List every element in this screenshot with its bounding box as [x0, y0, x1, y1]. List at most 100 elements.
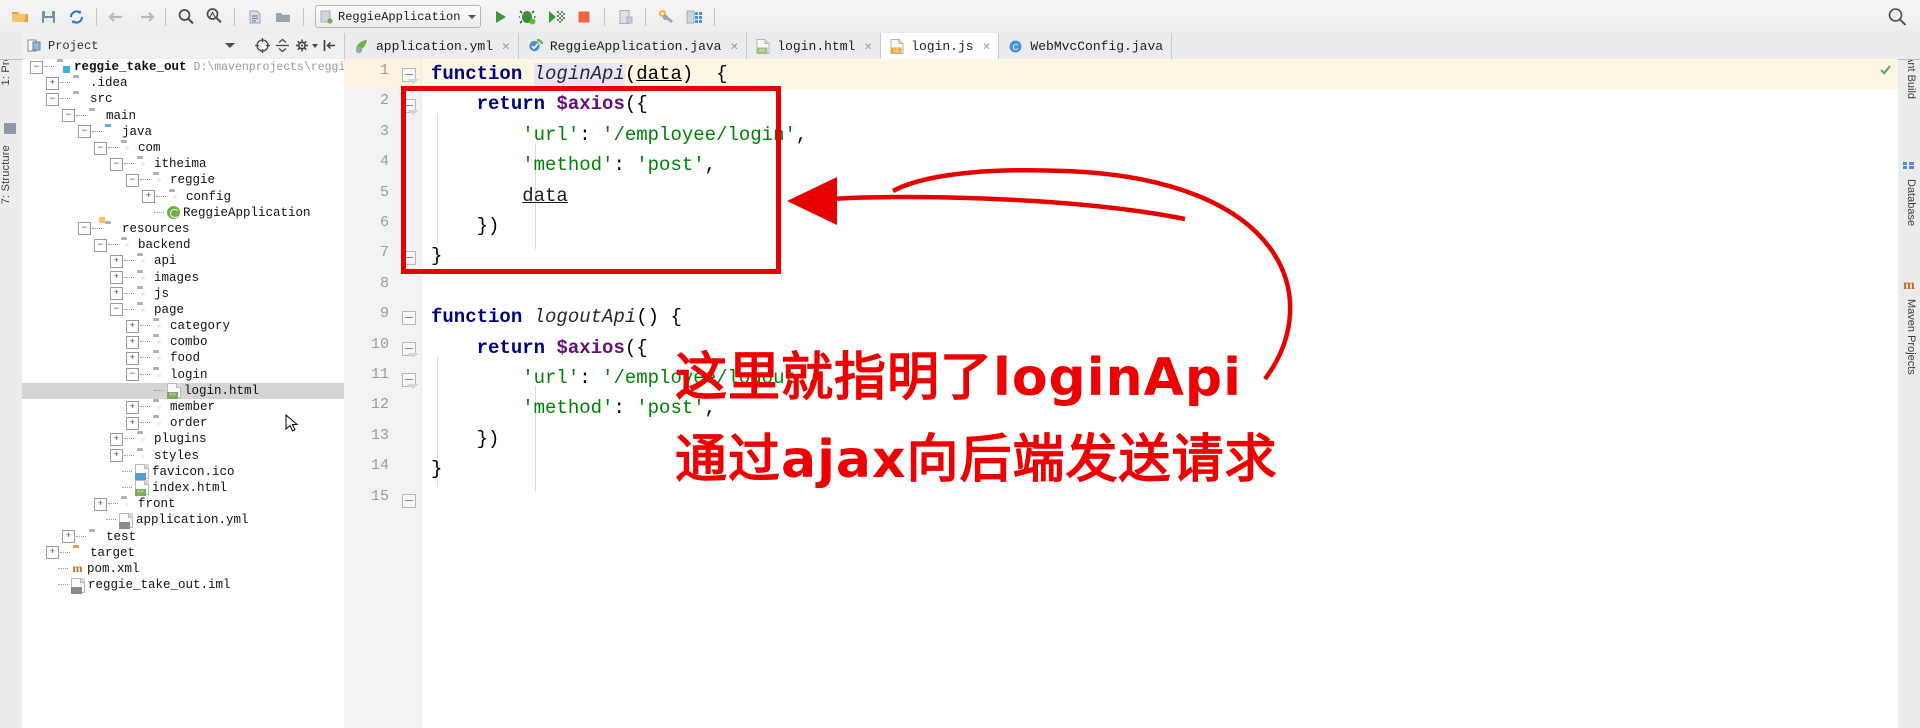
stop-icon[interactable]: [571, 4, 597, 30]
tree-item-category[interactable]: + category: [22, 318, 344, 334]
project-tree[interactable]: − reggie_take_out D:\mavenprojects\reggie_…: [22, 59, 344, 728]
search-icon[interactable]: [173, 4, 199, 30]
inspection-status-icon[interactable]: [1879, 63, 1892, 76]
fold-marker[interactable]: [402, 373, 419, 389]
tree-item-test[interactable]: + test: [22, 528, 344, 544]
database-icon[interactable]: [681, 4, 707, 30]
tree-toggle-collapse[interactable]: −: [30, 60, 43, 74]
chevron-down-icon[interactable]: [468, 14, 477, 19]
editor-tab-reggieapplication-java[interactable]: ReggieApplication.java ✕: [518, 33, 748, 59]
editor-tab-login-js[interactable]: JS login.js ✕: [881, 33, 1000, 59]
tree-item-combo[interactable]: + combo: [22, 334, 344, 350]
tree-toggle-collapse[interactable]: −: [94, 238, 107, 252]
tree-toggle-collapse[interactable]: −: [46, 92, 59, 106]
close-icon[interactable]: ✕: [983, 39, 991, 54]
hide-icon[interactable]: [323, 38, 338, 53]
code-editor[interactable]: 1 2 3 4 5 6 7 8 9 10 11 12 13 14 15 function loginApi(…: [345, 59, 1898, 728]
tree-item-login-html[interactable]: <> login.html: [22, 382, 344, 400]
editor-tab-application-yml[interactable]: application.yml ✕: [345, 33, 519, 59]
tree-toggle-expand[interactable]: +: [126, 351, 139, 365]
editor-tab-login-html[interactable]: <> login.html ✕: [747, 33, 882, 59]
replace-icon[interactable]: [201, 4, 227, 30]
tree-item-pom-xml[interactable]: m pom.xml: [22, 561, 344, 577]
tree-toggle-expand[interactable]: +: [110, 449, 123, 463]
tree-toggle-collapse[interactable]: −: [78, 222, 91, 236]
tree-item-reggieapplication[interactable]: ReggieApplication: [22, 205, 344, 221]
tree-toggle-collapse[interactable]: −: [126, 368, 139, 382]
tree-item-favicon-ico[interactable]: favicon.ico: [22, 464, 344, 481]
tree-item-styles[interactable]: + styles: [22, 448, 344, 464]
tree-item-member[interactable]: + member: [22, 399, 344, 415]
tree-toggle-collapse[interactable]: −: [110, 303, 123, 317]
editor-vertical-scrollbar[interactable]: [1885, 79, 1898, 719]
tree-item-itheima[interactable]: − itheima: [22, 156, 344, 172]
collapse-all-icon[interactable]: [255, 38, 270, 53]
tree-item-index-html[interactable]: <> index.html: [22, 480, 344, 497]
chevron-down-icon[interactable]: [225, 43, 235, 48]
sidebar-item-structure[interactable]: 7: Structure: [0, 145, 12, 204]
editor-tab-webmvcconfig-java[interactable]: C WebMvcConfig.java: [999, 33, 1173, 59]
tree-toggle-collapse[interactable]: −: [78, 125, 91, 139]
tree-item--idea[interactable]: + .idea: [22, 75, 344, 91]
save-all-icon[interactable]: [35, 4, 61, 30]
tree-item-backend[interactable]: − backend: [22, 237, 344, 253]
tree-toggle-expand[interactable]: +: [110, 287, 123, 301]
settings-wrench-icon[interactable]: [653, 4, 679, 30]
tree-toggle-expand[interactable]: +: [110, 271, 123, 285]
tree-toggle-collapse[interactable]: −: [94, 141, 107, 155]
make-project-icon[interactable]: [270, 4, 296, 30]
sidebar-item-database[interactable]: Database: [1905, 179, 1917, 226]
update-app-icon[interactable]: [612, 4, 638, 30]
tree-item-reggie_take_out[interactable]: − reggie_take_out D:\mavenprojects\reggie_…: [22, 59, 344, 75]
tree-toggle-collapse[interactable]: −: [126, 173, 139, 187]
tree-item-js[interactable]: + js: [22, 286, 344, 302]
tree-item-main[interactable]: − main: [22, 108, 344, 124]
run-configuration-selector[interactable]: ReggieApplication: [315, 5, 482, 28]
tree-item-src[interactable]: − src: [22, 91, 344, 107]
tree-item-resources[interactable]: − resources: [22, 221, 344, 237]
sync-icon[interactable]: [63, 4, 89, 30]
redo-icon[interactable]: [132, 4, 158, 30]
tree-item-com[interactable]: − com: [22, 140, 344, 156]
tree-toggle-expand[interactable]: +: [110, 254, 123, 268]
close-icon[interactable]: ✕: [502, 39, 510, 54]
expand-collapse-icon[interactable]: [275, 38, 290, 53]
tree-item-food[interactable]: + food: [22, 350, 344, 366]
open-folder-icon[interactable]: [7, 4, 33, 30]
tree-item-reggie[interactable]: − reggie: [22, 172, 344, 188]
tree-item-target[interactable]: + target: [22, 545, 344, 561]
compile-icon[interactable]: [242, 4, 268, 30]
favorites-icon[interactable]: [4, 123, 16, 134]
tree-item-config[interactable]: + config: [22, 189, 344, 205]
undo-icon[interactable]: [104, 4, 130, 30]
fold-marker-end[interactable]: [402, 311, 418, 325]
run-icon[interactable]: [487, 4, 513, 30]
tree-toggle-expand[interactable]: +: [46, 76, 59, 90]
tree-item-page[interactable]: − page: [22, 302, 344, 318]
chevron-down-icon[interactable]: [312, 43, 318, 48]
close-icon[interactable]: ✕: [864, 39, 872, 54]
tree-item-application-yml[interactable]: application.yml: [22, 512, 344, 529]
tree-item-java[interactable]: − java: [22, 124, 344, 140]
settings-gear-icon[interactable]: [295, 38, 310, 53]
close-icon[interactable]: ✕: [731, 39, 739, 54]
sidebar-item-maven-projects[interactable]: Maven Projects: [1905, 299, 1917, 375]
tree-toggle-expand[interactable]: +: [126, 319, 139, 333]
tree-item-api[interactable]: + api: [22, 253, 344, 269]
tree-item-images[interactable]: + images: [22, 269, 344, 285]
debug-icon[interactable]: [515, 4, 541, 30]
sidebar-item-ant-build[interactable]: Ant Build: [1905, 55, 1917, 99]
tree-item-front[interactable]: + front: [22, 496, 344, 512]
tree-toggle-expand[interactable]: +: [62, 530, 75, 544]
tree-toggle-collapse[interactable]: −: [110, 157, 123, 171]
tree-toggle-expand[interactable]: +: [126, 400, 139, 414]
tree-toggle-expand[interactable]: +: [142, 190, 155, 204]
tree-item-reggie_take_out-iml[interactable]: reggie_take_out.iml: [22, 577, 344, 594]
tree-toggle-expand[interactable]: +: [126, 416, 139, 430]
tree-toggle-collapse[interactable]: −: [62, 109, 75, 123]
search-everywhere-icon[interactable]: [1884, 4, 1910, 30]
tree-toggle-expand[interactable]: +: [46, 546, 59, 560]
tree-toggle-expand[interactable]: +: [126, 335, 139, 349]
fold-marker[interactable]: [402, 342, 419, 358]
fold-marker-end[interactable]: [402, 494, 418, 508]
